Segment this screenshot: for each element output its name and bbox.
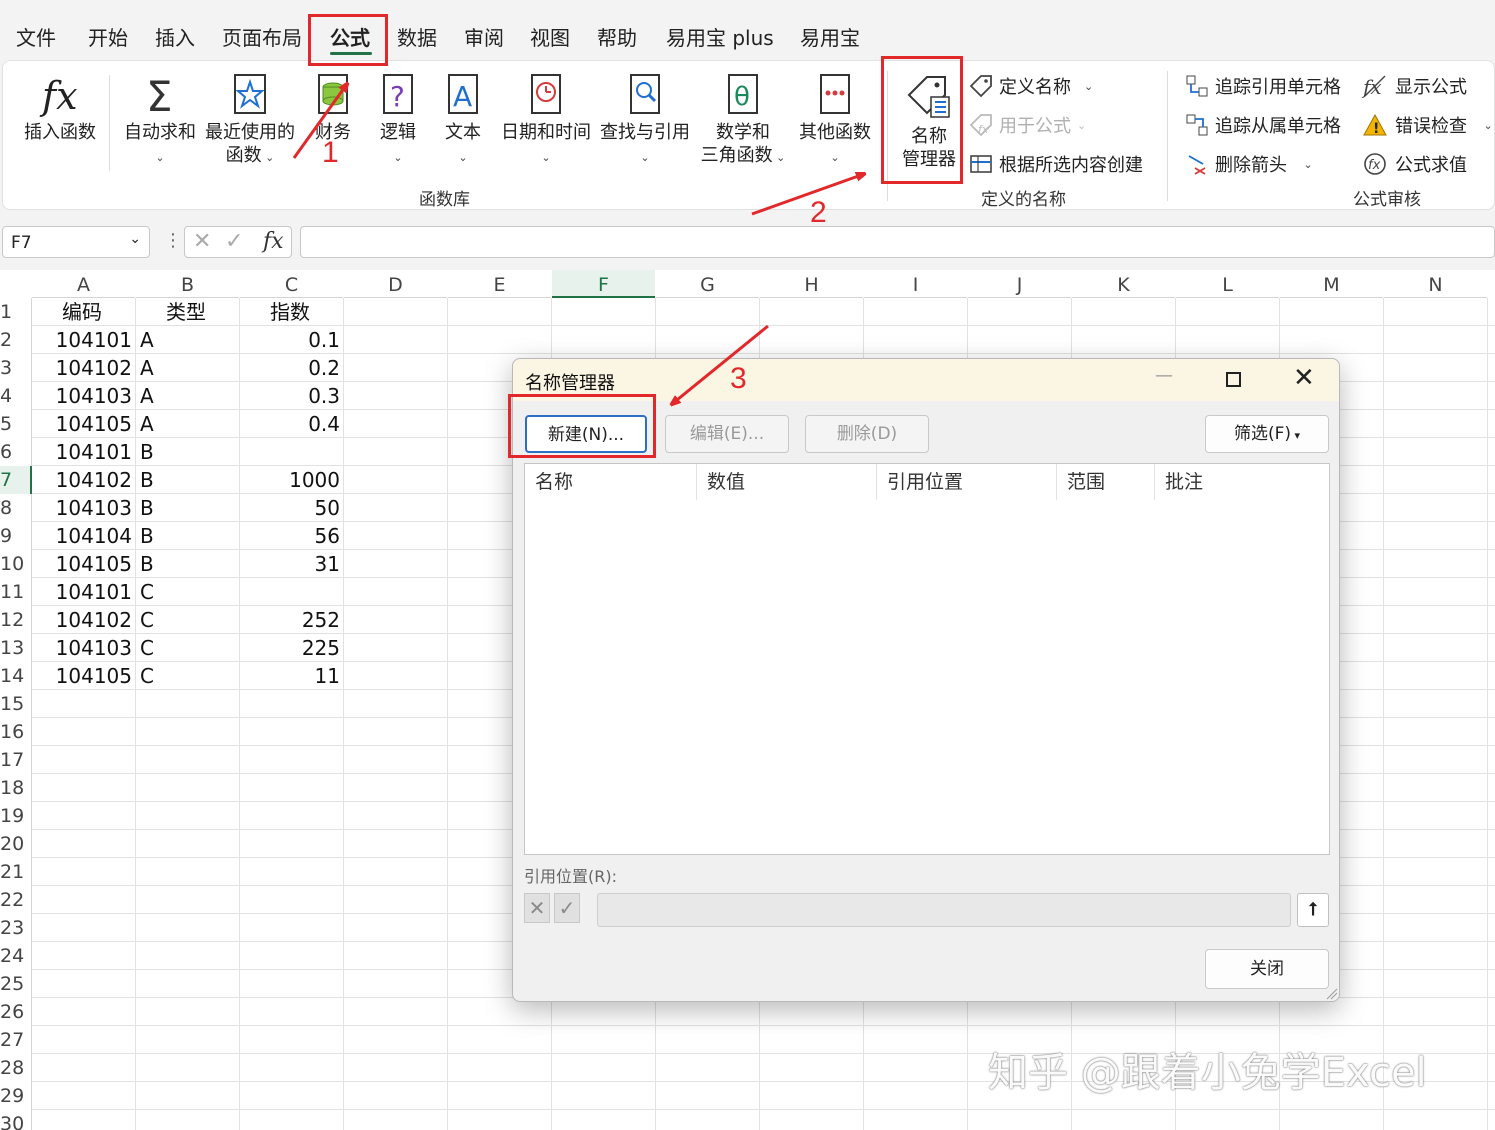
annotation-number-3: 3 xyxy=(730,362,747,395)
annotation-number-2: 2 xyxy=(810,196,827,229)
arrow-1 xyxy=(292,84,347,159)
arrow-3 xyxy=(672,324,769,404)
watermark: 知乎 @跟着小兔学Excel xyxy=(988,1050,1427,1096)
annotation-arrows xyxy=(292,0,1495,1130)
annotation-number-1: 1 xyxy=(322,136,339,169)
arrow-2 xyxy=(751,174,864,216)
